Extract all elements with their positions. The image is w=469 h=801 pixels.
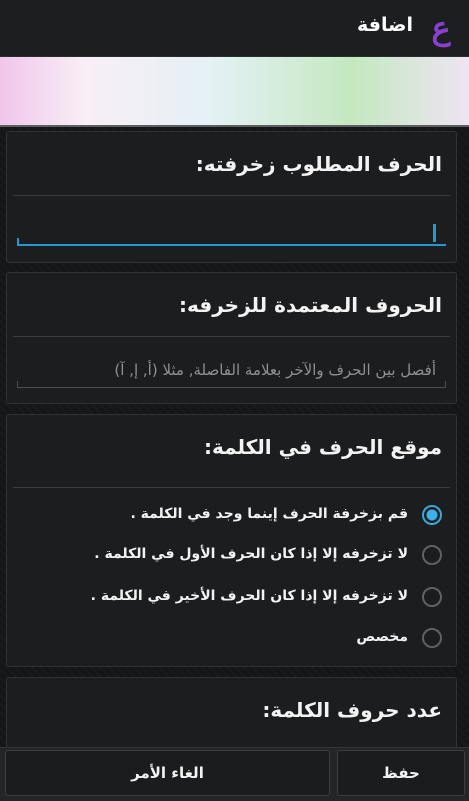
radio-label: قم بزخرفة الحرف إينما وجد في الكلمة .	[130, 506, 408, 522]
position-option-anywhere[interactable]: قم بزخرفة الحرف إينما وجد في الكلمة .	[17, 499, 446, 533]
letters-card: الحروف المعتمدة للزخرفه: أفصل بين الحرف …	[6, 272, 457, 404]
radio-button[interactable]	[422, 545, 442, 565]
radio-button[interactable]	[422, 628, 442, 648]
char-card: الحرف المطلوب زخرفته:	[6, 131, 457, 263]
page-title: اضافة	[357, 14, 413, 36]
radio-label: لا تزخرفه إلا إذا كان الحرف الأخير في ال…	[90, 588, 408, 604]
char-card-title: الحرف المطلوب زخرفته:	[195, 152, 442, 176]
count-card-title: عدد حروف الكلمة:	[262, 698, 442, 722]
position-option-custom[interactable]: مخصص	[17, 622, 446, 656]
preview-banner	[0, 57, 469, 127]
cancel-button[interactable]: الغاء الأمر	[5, 750, 330, 796]
radio-label: مخصص	[356, 629, 408, 645]
letters-input[interactable]: أفصل بين الحرف والآخر بعلامة الفاصلة, مث…	[17, 355, 446, 388]
radio-button[interactable]	[422, 587, 442, 607]
position-option-first[interactable]: لا تزخرفه إلا إذا كان الحرف الأول في الك…	[17, 539, 446, 573]
divider	[13, 336, 450, 337]
position-option-last[interactable]: لا تزخرفه إلا إذا كان الحرف الأخير في ال…	[17, 581, 446, 615]
divider	[13, 195, 450, 196]
divider	[13, 487, 450, 488]
radio-label: لا تزخرفه إلا إذا كان الحرف الأول في الك…	[94, 546, 408, 562]
bottom-button-bar: الغاء الأمر حفظ	[0, 747, 469, 801]
app-logo-icon[interactable]: ع	[427, 10, 455, 46]
position-card: موقع الحرف في الكلمة: قم بزخرفة الحرف إي…	[6, 414, 457, 667]
char-input[interactable]	[17, 212, 446, 246]
letters-input-placeholder: أفصل بين الحرف والآخر بعلامة الفاصلة, مث…	[114, 361, 436, 379]
save-button[interactable]: حفظ	[337, 750, 465, 796]
radio-button-checked[interactable]	[422, 505, 442, 525]
letters-card-title: الحروف المعتمدة للزخرفه:	[179, 293, 442, 317]
action-bar: ع اضافة	[0, 0, 469, 57]
position-card-title: موقع الحرف في الكلمة:	[203, 435, 442, 459]
